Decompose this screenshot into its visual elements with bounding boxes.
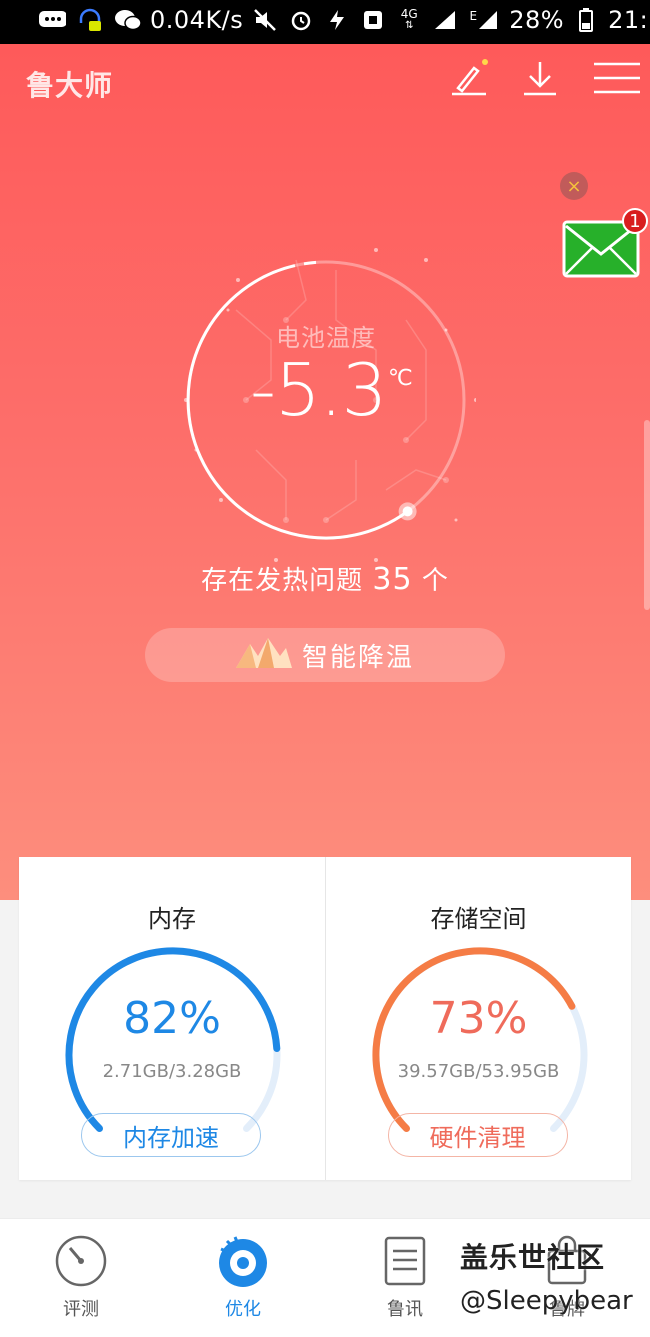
nav-label-news: 鲁讯	[387, 1299, 423, 1320]
hardware-clean-button[interactable]: 硬件清理	[387, 1113, 568, 1157]
resource-cards: 内存 82% 2.71GB/3.28GB 内存加速 存储空间 73% 39.57…	[19, 857, 631, 1180]
menu-button[interactable]	[594, 60, 640, 100]
memory-title: 内存	[148, 905, 196, 933]
memory-boost-button[interactable]: 内存加速	[81, 1113, 261, 1157]
app-logo: 鲁大师	[26, 69, 114, 102]
status-bar: 0.04K/s 4G⇅ E 28% 21:33	[0, 0, 650, 44]
battery-percent: 28%	[509, 6, 565, 34]
memory-size: 2.71GB/3.28GB	[102, 1061, 242, 1082]
network-4g-label: 4G	[400, 7, 418, 21]
memory-card: 内存 82% 2.71GB/3.28GB 内存加速	[19, 857, 325, 1180]
smart-cool-label: 智能降温	[301, 642, 414, 673]
edit-pen-icon	[448, 58, 488, 102]
status-right: 0.04K/s 4G⇅ E 28% 21:33	[150, 6, 650, 34]
mail-close-button[interactable]: ×	[560, 172, 588, 200]
storage-size: 39.57GB/53.95GB	[397, 1061, 560, 1082]
mute-icon	[251, 8, 279, 32]
screenshot-icon	[359, 8, 387, 32]
heat-issue-summary: 存在发热问题 35 个	[0, 560, 650, 597]
optimize-icon	[215, 1233, 271, 1289]
close-icon: ×	[566, 175, 582, 197]
download-button[interactable]	[520, 60, 560, 100]
watermark-title: 盖乐世社区	[460, 1241, 606, 1274]
flash-icon	[323, 8, 351, 32]
message-count-badge: 1	[622, 208, 648, 234]
temperature-value: -5.3	[250, 348, 387, 432]
storage-card: 存储空间 73% 39.57GB/53.95GB 硬件清理	[324, 857, 632, 1180]
storage-percent: 73%	[429, 993, 528, 1044]
wechat-icon	[114, 8, 142, 32]
speedometer-icon	[53, 1233, 109, 1289]
nav-item-evaluate[interactable]: 评测	[26, 1233, 136, 1321]
status-left-icons	[38, 8, 142, 32]
issue-suffix: 个	[421, 566, 449, 596]
nav-label-optimize: 优化	[225, 1299, 261, 1320]
envelope-icon	[562, 220, 640, 282]
network-e-label: E	[469, 9, 478, 23]
edit-button[interactable]	[448, 58, 488, 102]
download-icon	[520, 58, 560, 102]
hamburger-menu-icon	[594, 58, 640, 102]
signal-icon	[431, 8, 459, 32]
smart-cool-button[interactable]: 智能降温	[145, 628, 505, 682]
battery-temperature-gauge: 电池温度 -5.3 ℃	[176, 230, 478, 570]
headset-icon	[76, 8, 104, 32]
memory-percent: 82%	[123, 993, 221, 1044]
nav-item-optimize[interactable]: 优化	[188, 1233, 298, 1321]
side-scroll-handle[interactable]	[644, 420, 650, 610]
battery-icon	[572, 8, 600, 32]
4g-icon: 4G ⇅	[400, 7, 418, 31]
watermark-user: @Sleepybear	[460, 1286, 633, 1316]
alarm-icon	[287, 8, 315, 32]
temperature-unit: ℃	[388, 366, 413, 391]
network-speed: 0.04K/s	[150, 6, 244, 34]
clock: 21:33	[608, 6, 650, 34]
hero-section: 鲁大师 电池温度 -5.3 ℃ 存在发热问题 35 个 智能降温 × 1	[0, 44, 650, 900]
nav-item-news[interactable]: 鲁讯	[350, 1233, 460, 1321]
storage-title: 存储空间	[430, 905, 527, 933]
chat-bubble-icon	[38, 8, 66, 32]
edge-signal-icon: E	[467, 8, 501, 32]
mountain-icon	[235, 636, 292, 675]
issue-count: 35	[372, 562, 413, 597]
nav-label-evaluate: 评测	[63, 1299, 99, 1320]
issue-prefix: 存在发热问题	[201, 566, 364, 596]
news-icon	[377, 1233, 433, 1289]
